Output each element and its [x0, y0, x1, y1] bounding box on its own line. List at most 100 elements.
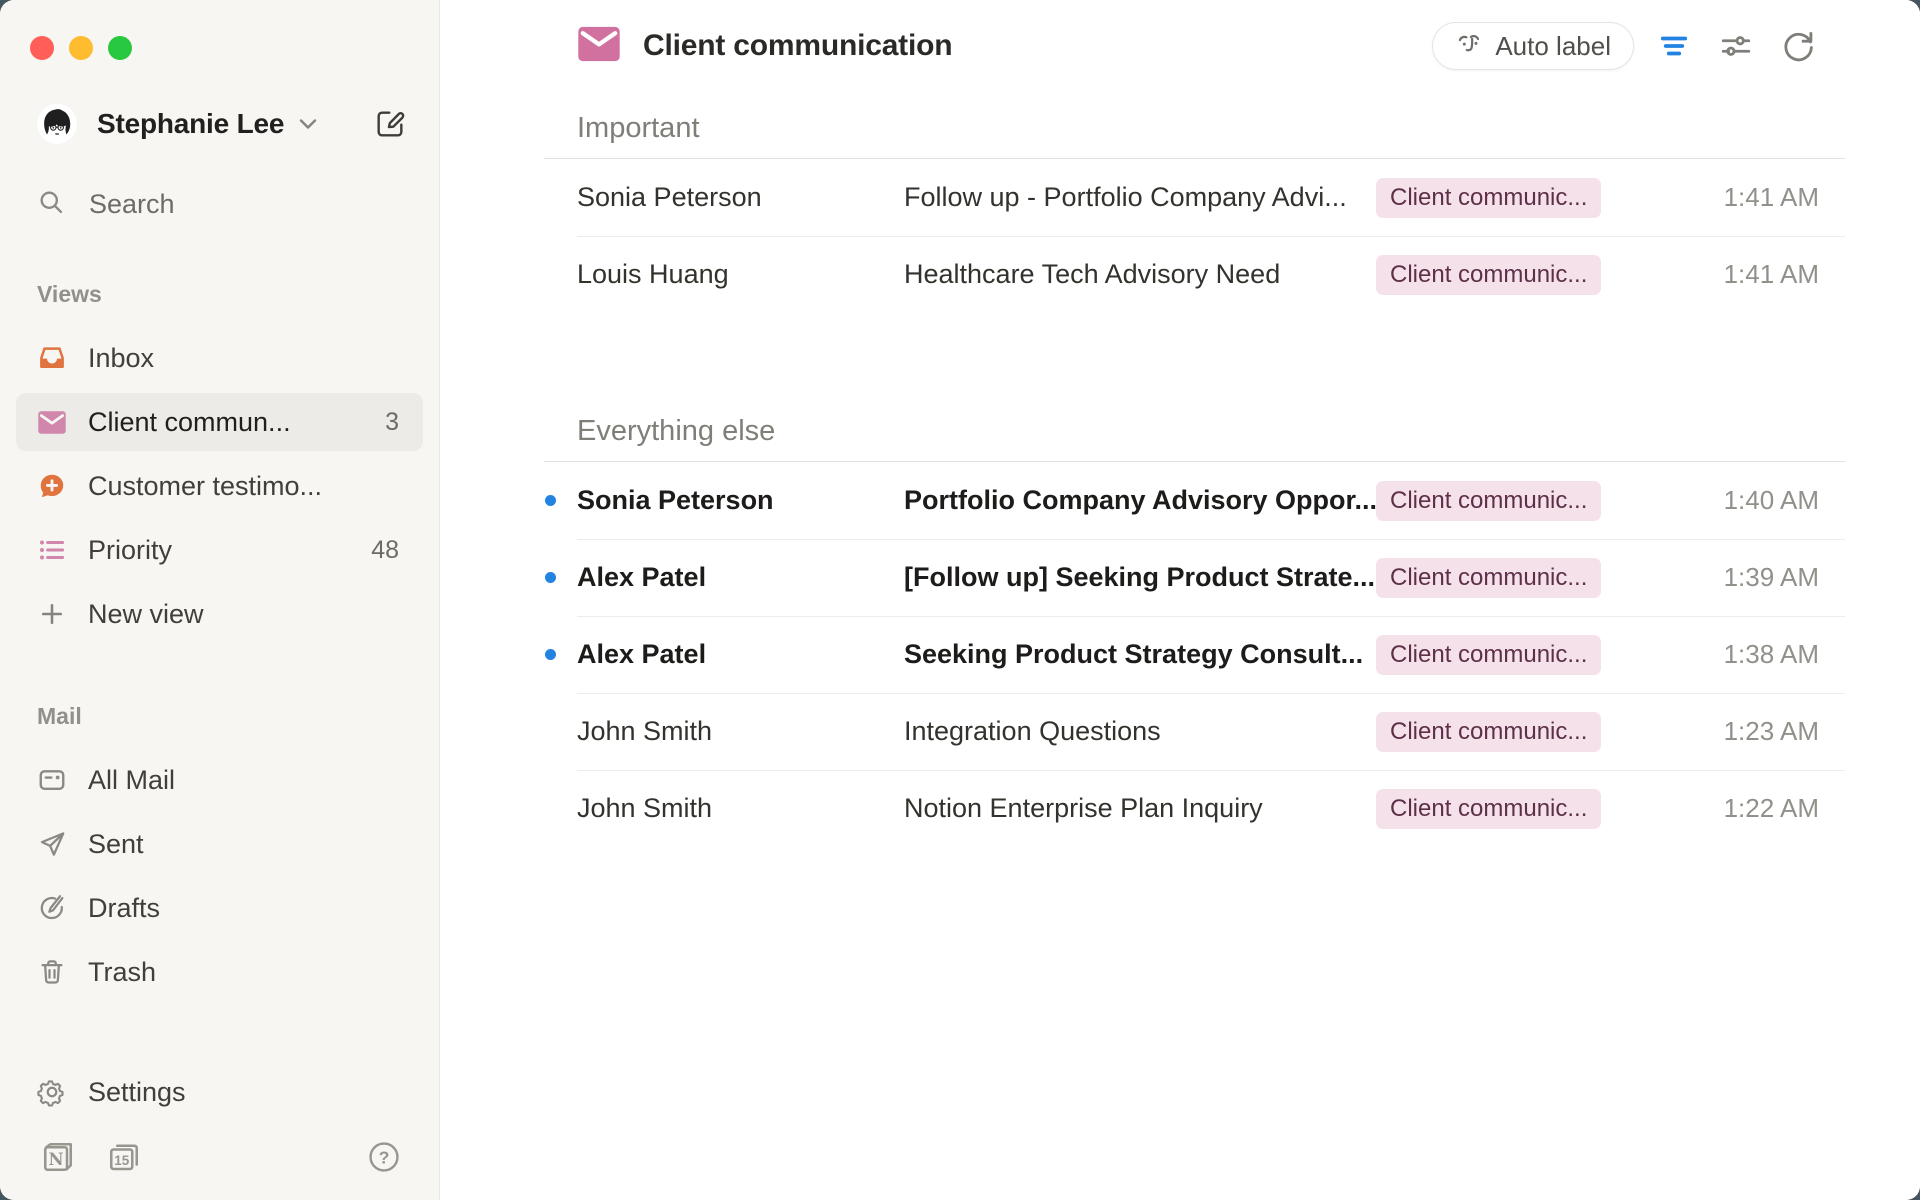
display-settings-icon[interactable]	[1714, 24, 1758, 68]
sender: Sonia Peterson	[577, 485, 904, 516]
sender: John Smith	[577, 793, 904, 824]
sidebar-item-all-mail[interactable]: All Mail	[16, 751, 423, 809]
sender: Louis Huang	[577, 259, 904, 290]
subject: Notion Enterprise Plan Inquiry	[904, 793, 1376, 824]
subject: [Follow up] Seeking Product Strate...	[904, 562, 1376, 593]
label-badge[interactable]: Client communic...	[1376, 635, 1601, 675]
subject: Healthcare Tech Advisory Need	[904, 259, 1376, 290]
compose-icon[interactable]	[374, 108, 406, 140]
search-label: Search	[89, 189, 175, 220]
section-title: Everything else	[544, 409, 1845, 453]
timestamp: 1:41 AM	[1645, 182, 1845, 213]
search-icon	[37, 188, 65, 221]
timestamp: 1:41 AM	[1645, 259, 1845, 290]
help-icon[interactable]: ?	[367, 1140, 401, 1174]
section-rows: Sonia Peterson Follow up - Portfolio Com…	[544, 159, 1845, 313]
app-window: Stephanie Lee Search Views	[0, 0, 1920, 1200]
mail-label-icon	[577, 26, 621, 67]
sidebar-item-label: All Mail	[88, 765, 175, 796]
avatar	[37, 104, 77, 144]
mail-row[interactable]: John Smith Notion Enterprise Plan Inquir…	[544, 770, 1845, 847]
mail-nav: All Mail Sent Drafts	[0, 748, 439, 1004]
label-badge[interactable]: Client communic...	[1376, 481, 1601, 521]
unread-dot-cell	[544, 572, 577, 583]
unread-dot	[545, 649, 556, 660]
gear-icon	[37, 1077, 67, 1107]
sidebar-item-priority[interactable]: Priority 48	[16, 521, 423, 579]
list-icon	[37, 535, 67, 565]
mail-row[interactable]: Alex Patel [Follow up] Seeking Product S…	[544, 539, 1845, 616]
sender: Alex Patel	[577, 639, 904, 670]
sidebar-item-trash[interactable]: Trash	[16, 943, 423, 1001]
mail-row[interactable]: John Smith Integration Questions Client …	[544, 693, 1845, 770]
window-controls	[0, 0, 439, 60]
inbox-icon	[37, 343, 67, 373]
mail-section: Everything else Sonia Peterson Portfolio…	[544, 409, 1845, 847]
sidebar-item-inbox[interactable]: Inbox	[16, 329, 423, 387]
views-nav: Inbox Client commun... 3	[0, 326, 439, 646]
account-switcher[interactable]: Stephanie Lee	[0, 102, 439, 146]
subject: Follow up - Portfolio Company Advi...	[904, 182, 1376, 213]
unread-dot	[545, 495, 556, 506]
timestamp: 1:22 AM	[1645, 793, 1845, 824]
sidebar-item-drafts[interactable]: Drafts	[16, 879, 423, 937]
chevron-down-icon	[298, 117, 318, 131]
label-badge[interactable]: Client communic...	[1376, 255, 1601, 295]
label-badge[interactable]: Client communic...	[1376, 789, 1601, 829]
unread-count: 3	[385, 408, 399, 437]
label-badge[interactable]: Client communic...	[1376, 712, 1601, 752]
calendar-icon[interactable]: 15	[106, 1139, 142, 1175]
sidebar-item-customer-testimonial[interactable]: Customer testimo...	[16, 457, 423, 515]
notion-logo-icon[interactable]: N	[40, 1139, 76, 1175]
plus-icon	[37, 599, 67, 629]
unread-dot-cell	[544, 649, 577, 660]
view-header: Client communication Auto label	[440, 0, 1920, 92]
unread-dot-cell	[544, 803, 577, 814]
sidebar-item-label: Inbox	[88, 343, 154, 374]
refresh-icon[interactable]	[1776, 24, 1820, 68]
chat-plus-icon	[37, 471, 67, 501]
new-view-button[interactable]: New view	[16, 585, 423, 643]
item-count: 48	[371, 536, 399, 565]
auto-label-button[interactable]: Auto label	[1432, 22, 1634, 70]
filter-icon[interactable]	[1652, 24, 1696, 68]
sidebar-item-label: Drafts	[88, 893, 160, 924]
timestamp: 1:23 AM	[1645, 716, 1845, 747]
unread-dot-cell	[544, 726, 577, 737]
mail-row[interactable]: Sonia Peterson Portfolio Company Advisor…	[544, 462, 1845, 539]
mail-row[interactable]: Sonia Peterson Follow up - Portfolio Com…	[544, 159, 1845, 236]
subject: Portfolio Company Advisory Oppor...	[904, 485, 1376, 516]
drafts-icon	[37, 893, 67, 923]
unread-dot	[545, 572, 556, 583]
close-window-button[interactable]	[30, 36, 54, 60]
sidebar-item-label: New view	[88, 599, 204, 630]
zoom-window-button[interactable]	[108, 36, 132, 60]
sidebar-item-client-communication[interactable]: Client commun... 3	[16, 393, 423, 451]
mail-row[interactable]: Alex Patel Seeking Product Strategy Cons…	[544, 616, 1845, 693]
label-badge[interactable]: Client communic...	[1376, 558, 1601, 598]
search-button[interactable]: Search	[0, 182, 439, 226]
user-name: Stephanie Lee	[97, 108, 284, 140]
svg-text:?: ?	[379, 1148, 390, 1168]
sidebar-item-label: Settings	[88, 1077, 186, 1108]
settings-button[interactable]: Settings	[16, 1063, 423, 1121]
main-content: Client communication Auto label	[440, 0, 1920, 1200]
settings-nav: Settings	[0, 1060, 439, 1124]
svg-text:N: N	[49, 1150, 64, 1169]
sidebar-item-label: Client commun...	[88, 407, 291, 438]
label-badge[interactable]: Client communic...	[1376, 178, 1601, 218]
send-icon	[37, 829, 67, 859]
sender: Sonia Peterson	[577, 182, 904, 213]
sidebar-item-sent[interactable]: Sent	[16, 815, 423, 873]
unread-dot-cell	[544, 192, 577, 203]
envelope-icon	[37, 407, 67, 437]
minimize-window-button[interactable]	[69, 36, 93, 60]
subject: Seeking Product Strategy Consult...	[904, 639, 1376, 670]
sidebar: Stephanie Lee Search Views	[0, 0, 440, 1200]
section-title: Important	[544, 106, 1845, 150]
section-rows: Sonia Peterson Portfolio Company Advisor…	[544, 462, 1845, 847]
mail-section-label: Mail	[0, 702, 439, 730]
sender: John Smith	[577, 716, 904, 747]
mail-row[interactable]: Louis Huang Healthcare Tech Advisory Nee…	[544, 236, 1845, 313]
views-section-label: Views	[0, 280, 439, 308]
